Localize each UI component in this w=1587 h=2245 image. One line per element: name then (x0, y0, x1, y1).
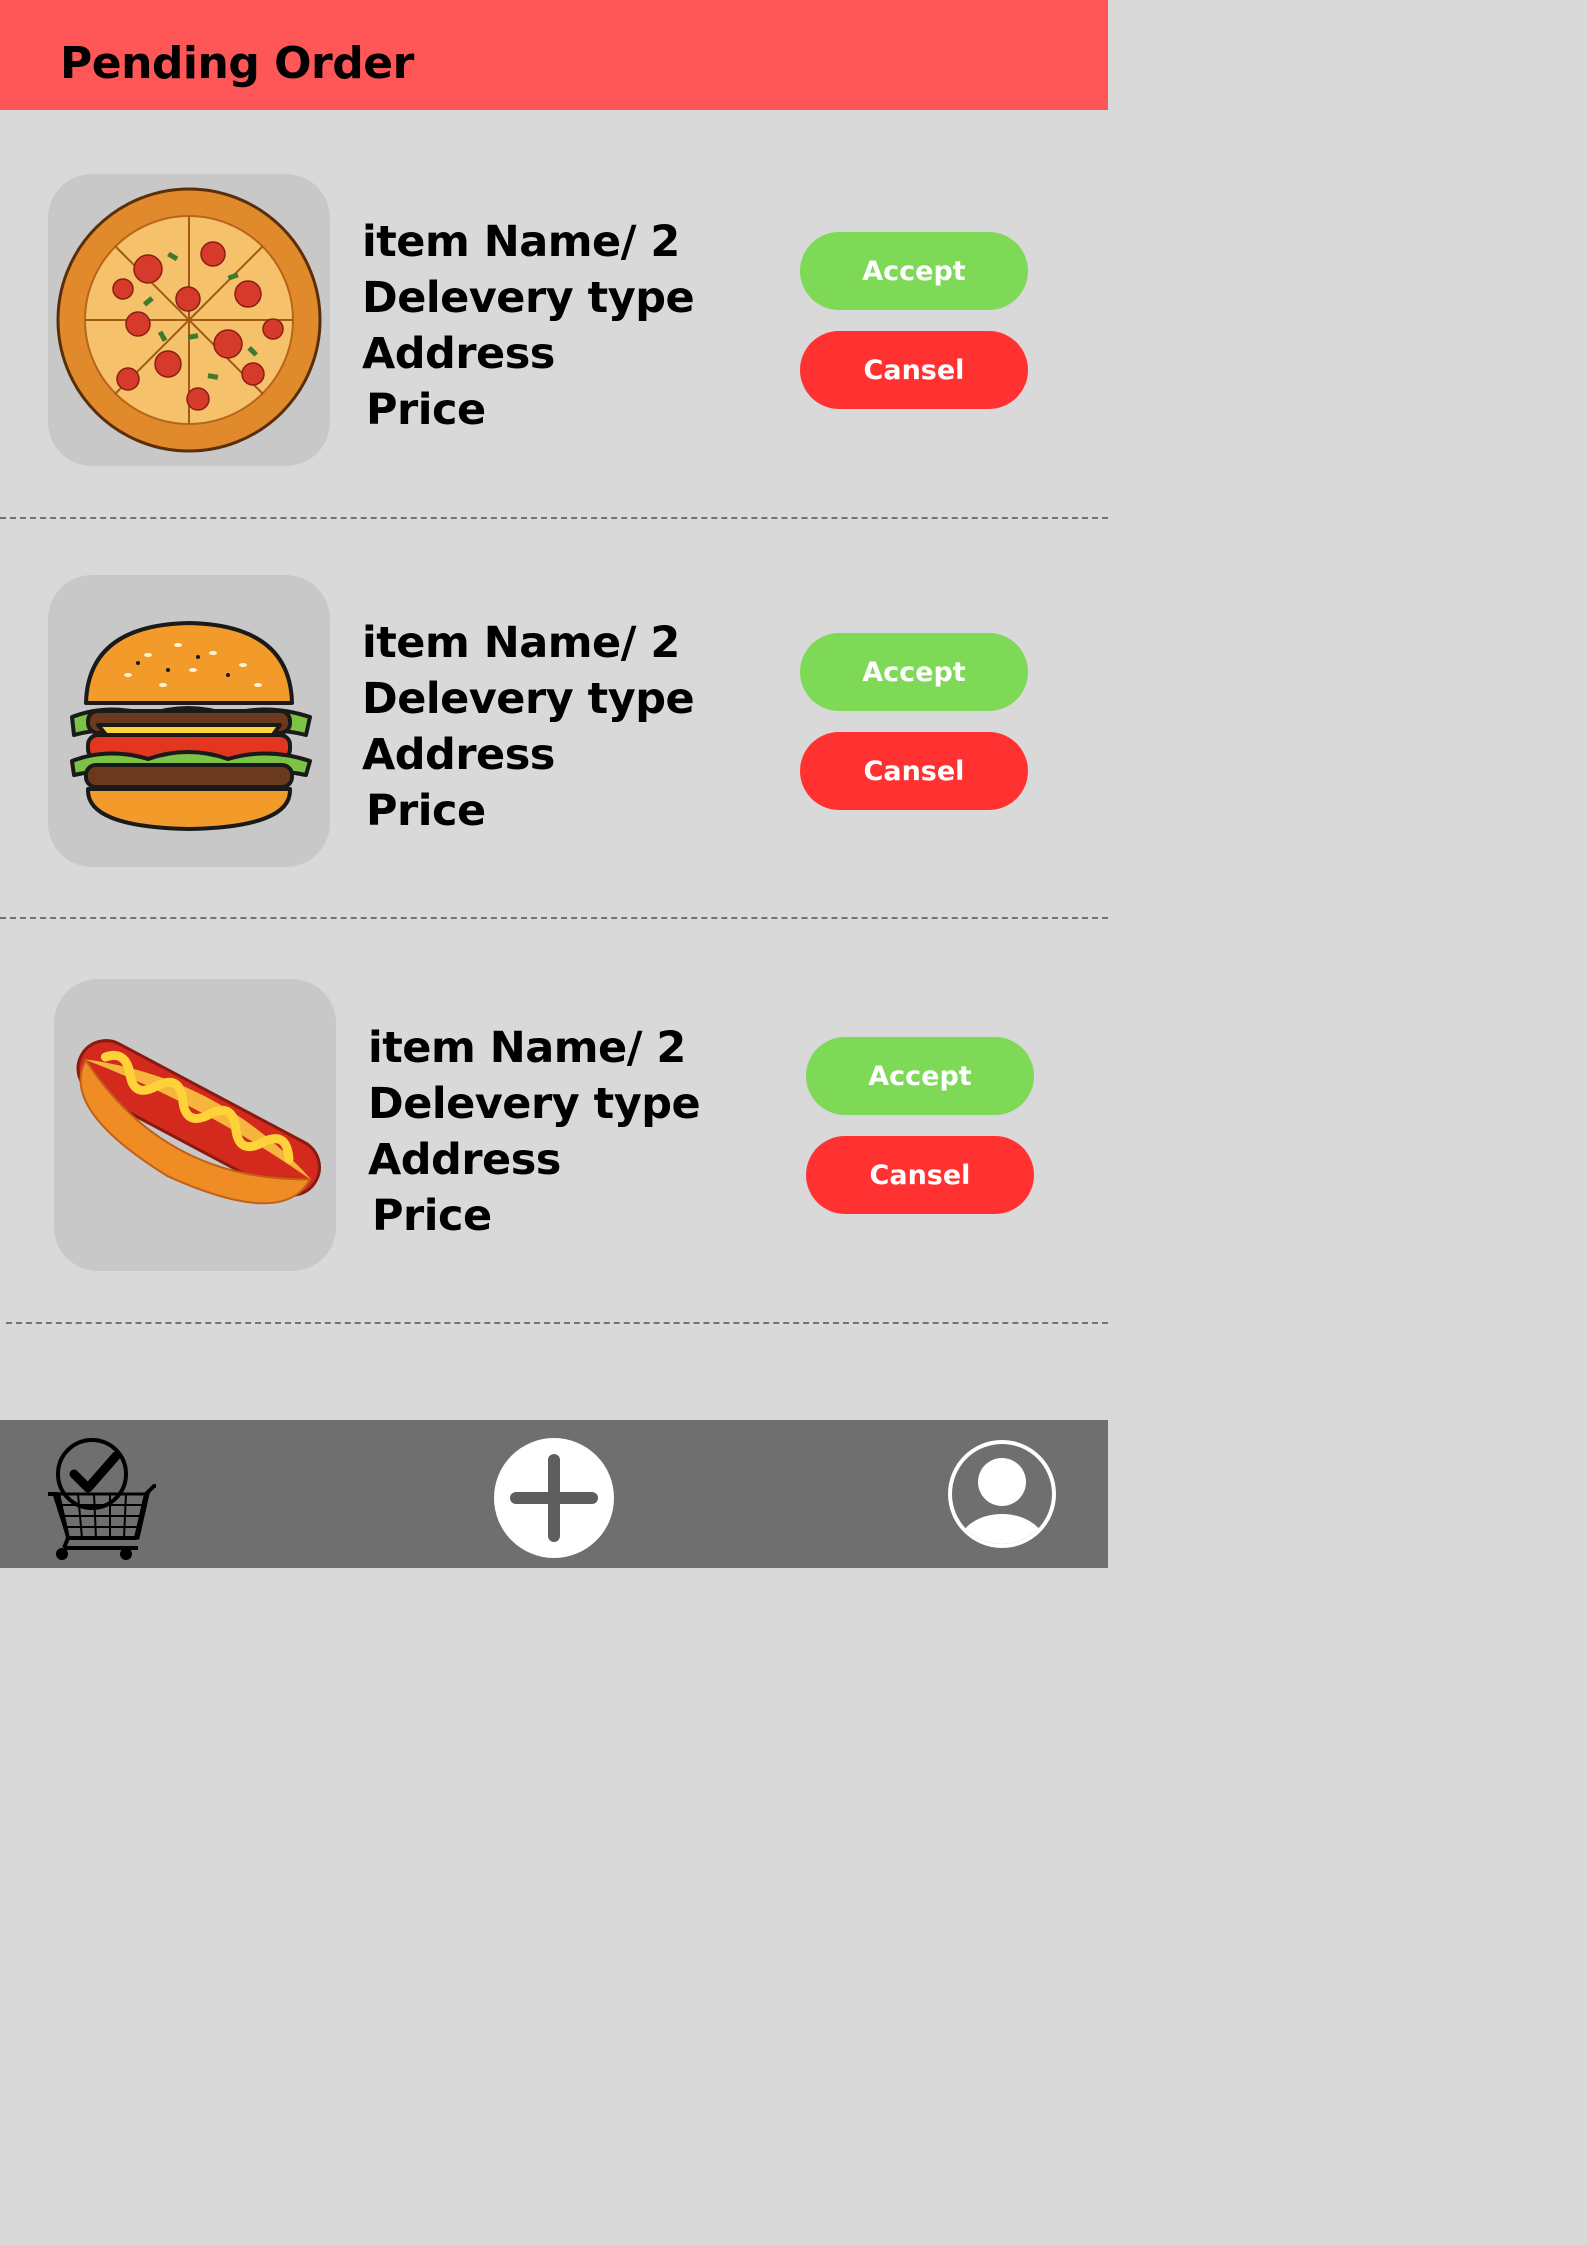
plus-icon[interactable] (494, 1438, 614, 1558)
cancel-button[interactable]: Cansel (800, 732, 1028, 810)
address: Address (362, 329, 555, 379)
divider (6, 1322, 1108, 1324)
bottom-nav (0, 1420, 1108, 1568)
address: Address (368, 1135, 561, 1185)
cancel-button[interactable]: Cansel (800, 331, 1028, 409)
order-item: item Name/ 2 Delevery type Address Price… (0, 160, 1108, 520)
cart-check-icon[interactable] (46, 1438, 158, 1560)
divider (0, 917, 1108, 919)
price: Price (366, 786, 486, 836)
delivery-type: Delevery type (362, 273, 695, 323)
order-item: item Name/ 2 Delevery type Address Price… (0, 965, 1108, 1325)
divider (0, 517, 1108, 519)
profile-icon[interactable] (946, 1438, 1058, 1550)
item-name: item Name/ 2 (362, 618, 680, 668)
burger-image (48, 575, 330, 867)
item-name: item Name/ 2 (362, 217, 680, 267)
cancel-button[interactable]: Cansel (806, 1136, 1034, 1214)
order-item: item Name/ 2 Delevery type Address Price… (0, 560, 1108, 920)
address: Address (362, 730, 555, 780)
item-name: item Name/ 2 (368, 1023, 686, 1073)
price: Price (366, 385, 486, 435)
accept-button[interactable]: Accept (806, 1037, 1034, 1115)
accept-button[interactable]: Accept (800, 633, 1028, 711)
order-details: item Name/ 2 Delevery type Address Price (362, 615, 695, 839)
delivery-type: Delevery type (368, 1079, 701, 1129)
page-title: Pending Order (60, 38, 414, 89)
delivery-type: Delevery type (362, 674, 695, 724)
order-details: item Name/ 2 Delevery type Address Price (368, 1020, 701, 1244)
pizza-image (48, 174, 330, 466)
hotdog-image (54, 979, 336, 1271)
order-details: item Name/ 2 Delevery type Address Price (362, 214, 695, 438)
header-bar: Pending Order (0, 0, 1108, 110)
price: Price (372, 1191, 492, 1241)
accept-button[interactable]: Accept (800, 232, 1028, 310)
